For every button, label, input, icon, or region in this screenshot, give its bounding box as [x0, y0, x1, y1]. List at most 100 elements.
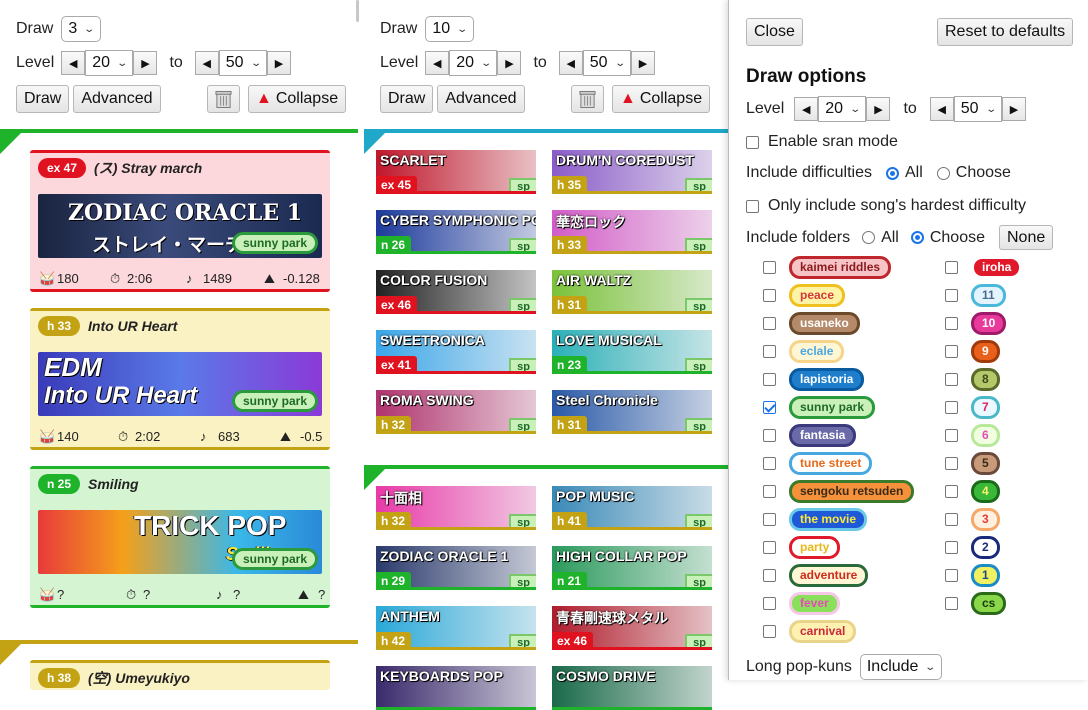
folder-checkbox[interactable]	[763, 625, 776, 638]
song-tile[interactable]: HIGH COLLAR POP n 21 sp	[552, 546, 712, 590]
folder-option[interactable]: the movie	[763, 508, 868, 531]
folder-option[interactable]: kaimei riddles	[763, 256, 892, 279]
folder-option[interactable]: 2	[945, 536, 1000, 559]
scrollbar-thumb[interactable]	[356, 0, 359, 22]
folder-checkbox[interactable]	[945, 569, 958, 582]
reset-defaults-button[interactable]: Reset to defaults	[937, 18, 1074, 46]
chart-card[interactable]: h 38 (空) Umeyukiyo	[30, 660, 330, 690]
folder-checkbox[interactable]	[945, 457, 958, 470]
folder-checkbox[interactable]	[945, 541, 958, 554]
folder-checkbox[interactable]	[945, 485, 958, 498]
folder-option[interactable]: sunny park	[763, 396, 876, 419]
folder-checkbox[interactable]	[945, 317, 958, 330]
folder-checkbox[interactable]	[945, 513, 958, 526]
level-min-decrement-button[interactable]: ◀	[61, 51, 86, 75]
folders-choose-radio[interactable]	[910, 231, 924, 244]
folder-checkbox[interactable]	[763, 261, 776, 274]
folder-checkbox[interactable]	[945, 289, 958, 302]
level-min-increment-button[interactable]: ▶	[866, 97, 891, 121]
song-tile[interactable]: LOVE MUSICAL n 23 sp	[552, 330, 712, 374]
level-max-increment-button[interactable]: ▶	[630, 51, 655, 75]
folder-option[interactable]: 8	[945, 368, 1000, 391]
difficulties-choose-radio[interactable]	[936, 166, 950, 180]
folder-option[interactable]: tune street	[763, 452, 873, 475]
sran-mode-checkbox[interactable]	[746, 135, 759, 149]
song-tile[interactable]: 青春剛速球メタル ex 46 sp	[552, 606, 712, 650]
song-tile[interactable]: SCARLET ex 45 sp	[376, 150, 536, 194]
folder-option[interactable]: 1	[945, 564, 1000, 587]
long-popkuns-select[interactable]: Include ⌄	[859, 654, 942, 680]
draw-count-select[interactable]: 3 ⌄	[61, 16, 101, 42]
song-tile[interactable]: ANTHEM h 42 sp	[376, 606, 536, 650]
folder-option[interactable]: cs	[945, 592, 1007, 615]
song-tile[interactable]: ZODIAC ORACLE 1n 29 sp	[376, 546, 536, 590]
level-max-increment-button[interactable]: ▶	[266, 51, 291, 75]
level-max-decrement-button[interactable]: ◀	[194, 51, 219, 75]
folder-checkbox[interactable]	[945, 401, 958, 414]
clear-button[interactable]	[207, 85, 240, 113]
level-min-decrement-button[interactable]: ◀	[794, 97, 819, 121]
folder-option[interactable]: fever	[763, 592, 840, 615]
chart-card[interactable]: ex 47 (ス) Stray march ZODIAC ORACLE 1 ストレ…	[30, 150, 330, 292]
collapse-button[interactable]: ▲ Collapse	[248, 85, 347, 113]
song-tile[interactable]: SWEETRONICA ex 41 sp	[376, 330, 536, 374]
difficulties-all-radio[interactable]	[886, 166, 899, 180]
folder-checkbox[interactable]	[945, 429, 958, 442]
folder-option[interactable]: 3	[945, 508, 1000, 531]
folder-option[interactable]: 9	[945, 340, 1000, 363]
song-tile[interactable]: AIR WALTZ h 31 sp	[552, 270, 712, 314]
advanced-button[interactable]: Advanced	[73, 85, 161, 113]
folder-option[interactable]: sengoku retsuden	[763, 480, 915, 503]
folder-option[interactable]: 6	[945, 424, 1000, 447]
level-min-select[interactable]: 20 ⌄	[818, 96, 867, 122]
folder-checkbox[interactable]	[763, 541, 776, 554]
folder-checkbox[interactable]	[945, 261, 958, 274]
level-min-increment-button[interactable]: ▶	[497, 51, 522, 75]
folder-checkbox[interactable]	[763, 429, 776, 442]
folder-option[interactable]: iroha	[945, 256, 1023, 279]
folder-checkbox[interactable]	[945, 373, 958, 386]
folders-all-radio[interactable]	[862, 231, 876, 244]
folder-option[interactable]: adventure	[763, 564, 869, 587]
folder-checkbox[interactable]	[763, 345, 776, 358]
song-tile[interactable]: Steel Chronicle h 31 sp	[552, 390, 712, 434]
level-min-decrement-button[interactable]: ◀	[425, 51, 450, 75]
level-max-decrement-button[interactable]: ◀	[558, 51, 583, 75]
folder-option[interactable]: lapistoria	[763, 368, 865, 391]
folder-checkbox[interactable]	[763, 317, 776, 330]
level-min-select[interactable]: 20 ⌄	[85, 50, 134, 76]
level-min-select[interactable]: 20 ⌄	[449, 50, 498, 76]
collapse-button[interactable]: ▲ Collapse	[612, 85, 711, 113]
clear-button[interactable]	[571, 85, 604, 113]
close-button[interactable]: Close	[746, 18, 803, 46]
chart-card[interactable]: h 33 Into UR Heart EDM Into UR Heart sunn…	[30, 308, 330, 450]
folder-checkbox[interactable]	[763, 457, 776, 470]
song-tile[interactable]: KEYBOARDS POP	[376, 666, 536, 710]
folders-none-button[interactable]: None	[999, 225, 1054, 250]
draw-button[interactable]: Draw	[16, 85, 70, 113]
folder-checkbox[interactable]	[763, 597, 776, 610]
song-tile[interactable]: POP MUSIC h 41 sp	[552, 486, 712, 530]
song-tile[interactable]: COLOR FUSION ex 46 sp	[376, 270, 536, 314]
folder-checkbox[interactable]	[763, 373, 776, 386]
folder-checkbox[interactable]	[763, 485, 776, 498]
folder-option[interactable]: peace	[763, 284, 846, 307]
song-tile[interactable]: COSMO DRIVE	[552, 666, 712, 710]
folder-option[interactable]: 7	[945, 396, 1000, 419]
song-tile[interactable]: ROMA SWING h 32 sp	[376, 390, 536, 434]
song-tile[interactable]: 華恋ロック h 33 sp	[552, 210, 712, 254]
level-max-decrement-button[interactable]: ◀	[929, 97, 954, 121]
hardest-only-checkbox[interactable]	[746, 199, 759, 213]
folder-checkbox[interactable]	[763, 569, 776, 582]
level-max-increment-button[interactable]: ▶	[1001, 97, 1026, 121]
level-max-select[interactable]: 50 ⌄	[582, 50, 631, 76]
chart-card[interactable]: n 25 Smiling TRICK POP Smiling sunny park…	[30, 466, 330, 608]
level-min-increment-button[interactable]: ▶	[133, 51, 158, 75]
song-tile[interactable]: 十面相 h 32 sp	[376, 486, 536, 530]
folder-option[interactable]: carnival	[763, 620, 857, 643]
advanced-button[interactable]: Advanced	[437, 85, 525, 113]
folder-option[interactable]: fantasia	[763, 424, 857, 447]
folder-option[interactable]: 10	[945, 312, 1007, 335]
song-tile[interactable]: DRUM'N COREDUST h 35 sp	[552, 150, 712, 194]
folder-option[interactable]: 11	[945, 284, 1006, 307]
